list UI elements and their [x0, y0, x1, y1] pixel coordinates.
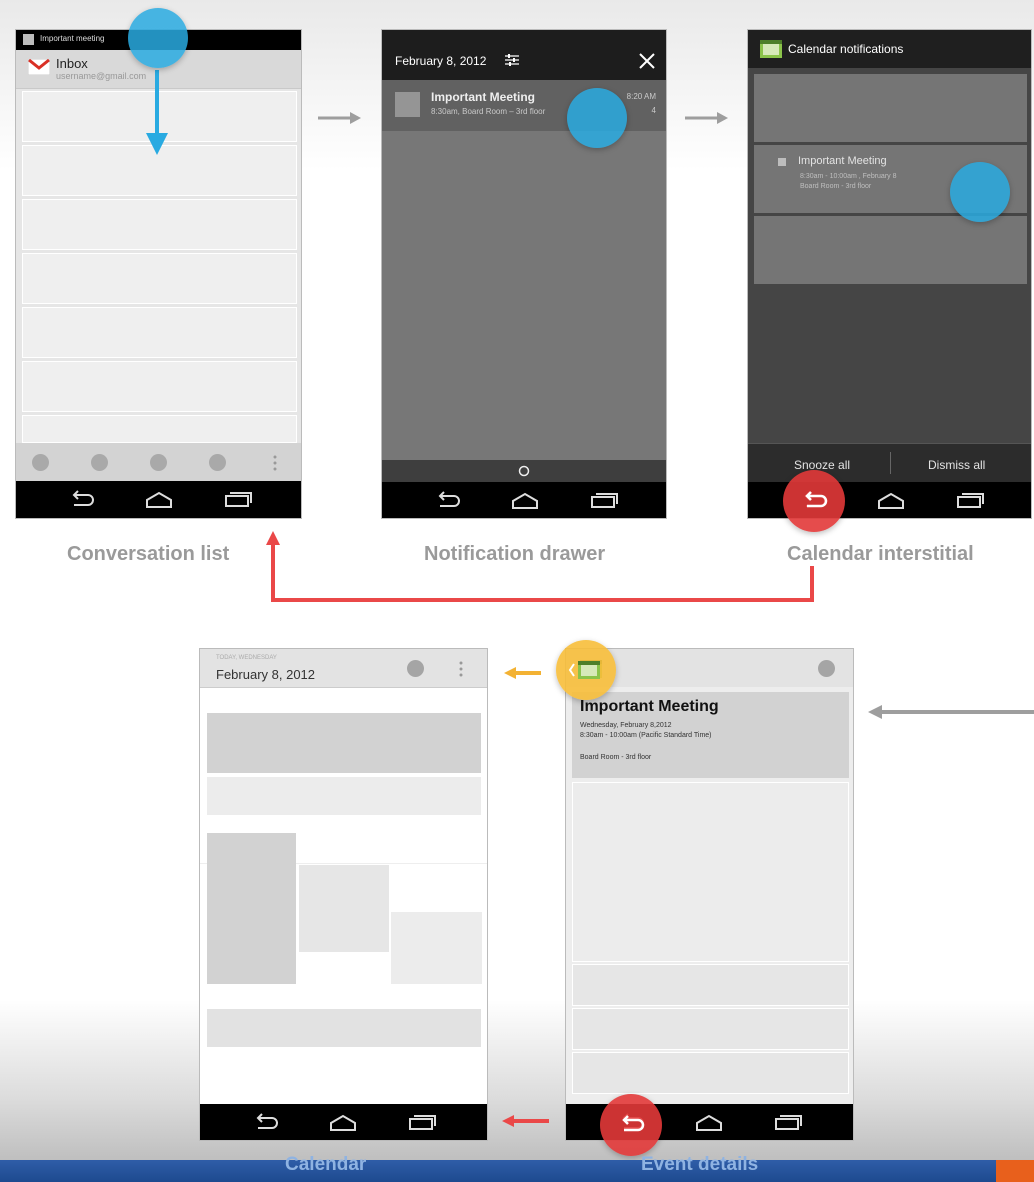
flow-arrow: [685, 112, 728, 124]
caption-calendar: Calendar: [285, 1154, 367, 1175]
back-icon: [805, 491, 828, 508]
swipe-down-arrow: [146, 70, 168, 155]
back-press-indicator: [783, 470, 845, 532]
back-icon: [622, 1115, 645, 1132]
up-press-indicator: [556, 640, 616, 700]
footer-bar: [0, 1160, 1034, 1182]
back-path-connector: [266, 531, 814, 602]
back-press-indicator: [600, 1094, 662, 1156]
flow-arrow: [318, 112, 361, 124]
flow-arrow: [868, 705, 1034, 719]
caption-event-details: Event details: [641, 1154, 759, 1175]
back-arrow: [502, 1115, 549, 1127]
footer-accent: [996, 1160, 1034, 1182]
touch-indicator: [567, 88, 627, 148]
flow-connectors: [146, 70, 1034, 1127]
touch-indicator: [128, 8, 188, 68]
up-caret-calendar-icon: [568, 661, 600, 679]
touch-indicator: [950, 162, 1010, 222]
up-arrow: [504, 667, 541, 679]
